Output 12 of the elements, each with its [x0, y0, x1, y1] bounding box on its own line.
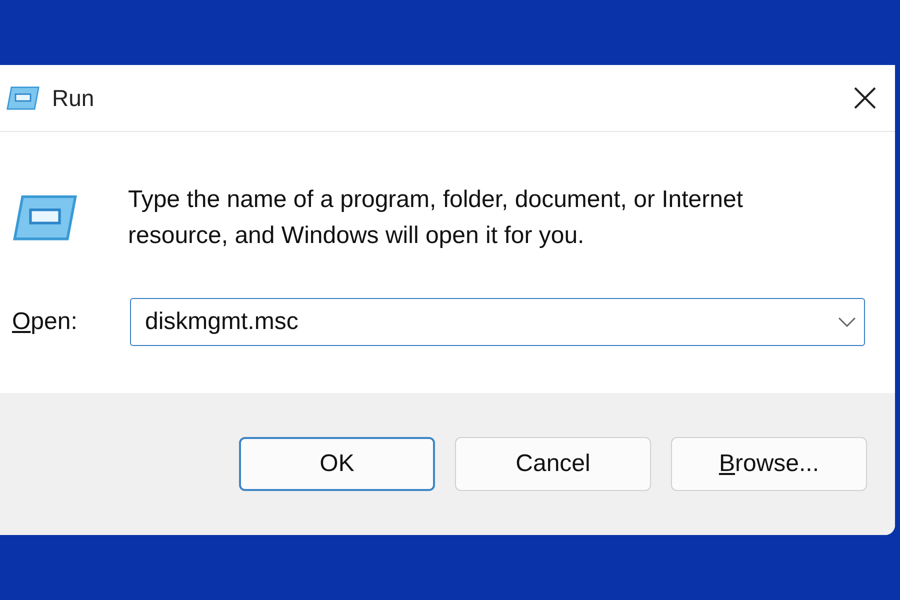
dialog-button[interactable]: Browse... — [671, 437, 867, 491]
dialog-button[interactable]: Cancel — [455, 437, 651, 491]
run-icon — [12, 194, 78, 242]
close-icon — [853, 86, 877, 110]
open-combobox[interactable]: diskmgmt.msc — [130, 298, 865, 346]
dialog-button[interactable]: OK — [239, 437, 435, 491]
run-icon — [6, 86, 40, 110]
window-title: Run — [52, 84, 96, 112]
open-label: Open: — [12, 308, 78, 336]
command-input[interactable]: diskmgmt.msc — [143, 307, 838, 337]
dropdown-caret-icon[interactable] — [838, 317, 856, 327]
instruction-text: Type the name of a program, folder, document, or Internet resource, and Windows will open it for you. — [128, 185, 744, 251]
